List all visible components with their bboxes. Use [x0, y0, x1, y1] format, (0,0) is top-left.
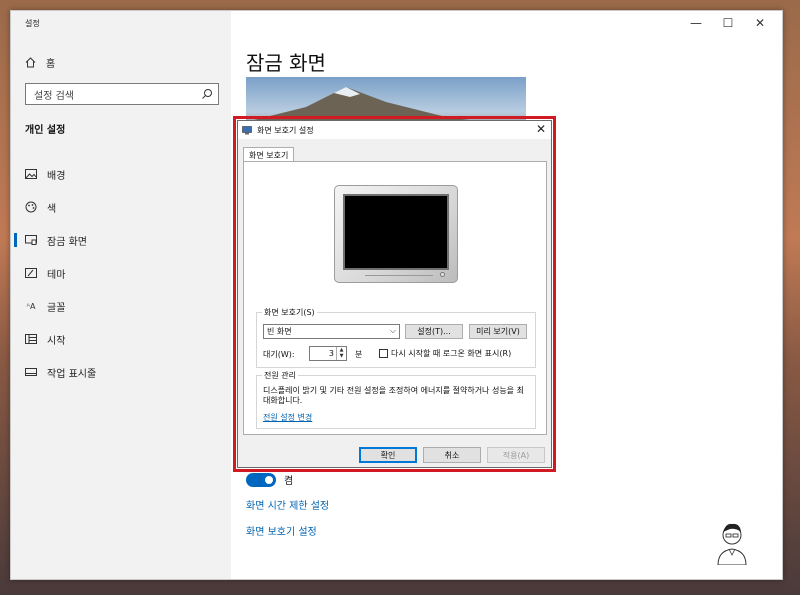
sidebar-item-font[interactable]: ᴬA 글꼴	[11, 293, 231, 319]
minimize-button[interactable]: —	[680, 13, 712, 33]
app-title: 설정	[25, 19, 40, 28]
section-title: 개인 설정	[25, 125, 66, 136]
taskbar-icon	[25, 366, 37, 378]
highlight-frame	[233, 116, 556, 472]
sidebar-home-label: 홈	[46, 59, 56, 70]
sidebar-item-label: 테마	[47, 269, 66, 281]
screen-timeout-link[interactable]: 화면 시간 제한 설정	[246, 497, 329, 512]
sidebar-item-start[interactable]: 시작	[11, 326, 231, 352]
sidebar-item-color[interactable]: 색	[11, 194, 231, 220]
sidebar: 설정 홈 설정 검색 개인 설정 배경 색 잠금 화면 테마 ᴬA 글꼴 시작 …	[11, 11, 231, 579]
sidebar-item-lock-screen[interactable]: 잠금 화면	[11, 227, 231, 253]
lock-screen-icon	[25, 234, 37, 246]
font-icon: ᴬA	[26, 301, 36, 311]
search-placeholder: 설정 검색	[34, 90, 74, 102]
sidebar-item-label: 배경	[47, 170, 66, 182]
sidebar-item-label: 시작	[47, 335, 66, 347]
start-icon	[25, 333, 37, 345]
sidebar-item-label: 잠금 화면	[47, 236, 87, 248]
sidebar-item-label: 작업 표시줄	[47, 368, 97, 380]
home-icon	[25, 57, 36, 68]
background-icon	[25, 168, 37, 180]
sidebar-item-taskbar[interactable]: 작업 표시줄	[11, 359, 231, 385]
sidebar-item-background[interactable]: 배경	[11, 161, 231, 187]
sidebar-home[interactable]: 홈	[25, 55, 55, 70]
toggle-label: 켬	[284, 476, 294, 487]
sidebar-item-theme[interactable]: 테마	[11, 260, 231, 286]
search-icon	[202, 89, 212, 99]
page-title: 잠금 화면	[246, 51, 326, 75]
theme-icon	[25, 267, 37, 279]
lock-screen-toggle[interactable]	[246, 472, 276, 487]
search-input[interactable]: 설정 검색	[25, 83, 219, 105]
close-button[interactable]: ✕	[744, 13, 776, 33]
avatar	[717, 523, 747, 565]
palette-icon	[25, 201, 37, 213]
screensaver-settings-link[interactable]: 화면 보호기 설정	[246, 523, 317, 538]
window-controls: — ☐ ✕	[680, 13, 776, 33]
toggle-row: 켬	[246, 472, 293, 487]
sidebar-item-label: 글꼴	[47, 302, 66, 314]
sidebar-item-label: 색	[47, 203, 57, 215]
maximize-button[interactable]: ☐	[712, 13, 744, 33]
